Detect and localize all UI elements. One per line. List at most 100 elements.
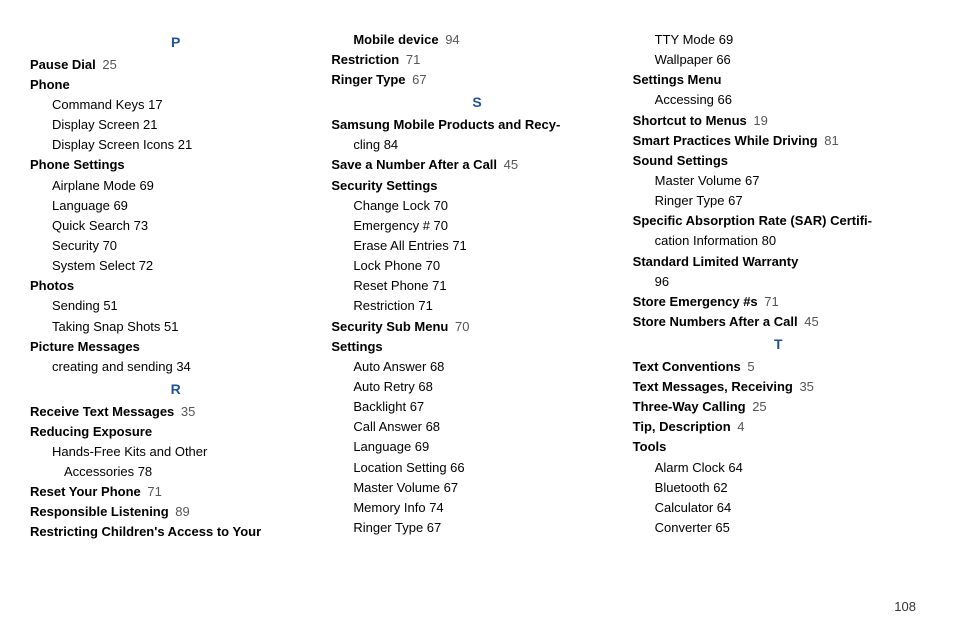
index-page-ref: 17 bbox=[144, 97, 162, 112]
index-subentry: Location Setting 66 bbox=[331, 458, 622, 478]
index-subentry: Master Volume 67 bbox=[633, 171, 924, 191]
index-page-ref: 71 bbox=[415, 298, 433, 313]
index-entry: Reset Your Phone 71 bbox=[30, 482, 321, 502]
index-subentry: Memory Info 74 bbox=[331, 498, 622, 518]
index-entry-title: Phone Settings bbox=[30, 157, 125, 172]
index-page-ref: 35 bbox=[796, 379, 814, 394]
index-page-ref: 74 bbox=[426, 500, 444, 515]
index-subentry: Bluetooth 62 bbox=[633, 478, 924, 498]
index-entry: Tip, Description 4 bbox=[633, 417, 924, 437]
index-entry: Text Messages, Receiving 35 bbox=[633, 377, 924, 397]
index-entry-title: Reset Your Phone bbox=[30, 484, 141, 499]
index-page-ref: 19 bbox=[750, 113, 768, 128]
index-page-ref: 45 bbox=[500, 157, 518, 172]
index-page-ref: 5 bbox=[744, 359, 755, 374]
index-page-ref: 64 bbox=[725, 460, 743, 475]
index-subentry: Display Screen 21 bbox=[30, 115, 321, 135]
index-entry-title: Photos bbox=[30, 278, 74, 293]
index-entry: Smart Practices While Driving 81 bbox=[633, 131, 924, 151]
index-page-ref: 71 bbox=[402, 52, 420, 67]
index-entry: Three-Way Calling 25 bbox=[633, 397, 924, 417]
index-column-3: TTY Mode 69Wallpaper 66 Settings Menu Acce… bbox=[633, 30, 924, 543]
index-page-ref: 69 bbox=[136, 178, 154, 193]
index-entry-title: Settings Menu bbox=[633, 72, 722, 87]
index-subentry: Ringer Type 67 bbox=[633, 191, 924, 211]
index-page-ref: 70 bbox=[430, 218, 448, 233]
index-page-ref: 70 bbox=[99, 238, 117, 253]
index-column-1: PPause Dial 25PhoneCommand Keys 17Displa… bbox=[30, 30, 321, 543]
index-page-ref: 66 bbox=[714, 92, 732, 107]
index-entry: Phone bbox=[30, 75, 321, 95]
index-subentry: Wallpaper 66 bbox=[633, 50, 924, 70]
index-letter-t: T bbox=[633, 334, 924, 356]
index-entry-title: Smart Practices While Driving bbox=[633, 133, 818, 148]
index-page-ref: 69 bbox=[110, 198, 128, 213]
index-entry: Ringer Type 67 bbox=[331, 70, 622, 90]
index-page-ref: 72 bbox=[135, 258, 153, 273]
index-entry-title: Text Messages, Receiving bbox=[633, 379, 793, 394]
index-entry: Standard Limited Warranty bbox=[633, 252, 924, 272]
index-page-ref: 80 bbox=[758, 233, 776, 248]
index-entry-title: Restricting Children's Access to Your bbox=[30, 524, 261, 539]
index-entry: Reducing Exposure bbox=[30, 422, 321, 442]
index-page-ref: 66 bbox=[713, 52, 731, 67]
index-entry: Store Emergency #s 71 bbox=[633, 292, 924, 312]
index-page-ref: 70 bbox=[422, 258, 440, 273]
index-entry: Responsible Listening 89 bbox=[30, 502, 321, 522]
index-entry-title: Pause Dial bbox=[30, 57, 96, 72]
index-page-ref: 62 bbox=[710, 480, 728, 495]
index-entry: Save a Number After a Call 45 bbox=[331, 155, 622, 175]
index-entry: Store Numbers After a Call 45 bbox=[633, 312, 924, 332]
index-subentry: creating and sending 34 bbox=[30, 357, 321, 377]
index-letter-p: P bbox=[30, 32, 321, 54]
index-page-ref: 67 bbox=[741, 173, 759, 188]
index-entry: Settings Menu bbox=[633, 70, 924, 90]
index-subentry: Command Keys 17 bbox=[30, 95, 321, 115]
index-page-ref: 70 bbox=[451, 319, 469, 334]
index-subentry: Converter 65 bbox=[633, 518, 924, 538]
index-subentry: Erase All Entries 71 bbox=[331, 236, 622, 256]
index-entry-cont: cling 84 bbox=[331, 135, 622, 155]
index-subentry: Backlight 67 bbox=[331, 397, 622, 417]
index-entry: Photos bbox=[30, 276, 321, 296]
index-entry-title: Reducing Exposure bbox=[30, 424, 152, 439]
index-subentry: TTY Mode 69 bbox=[633, 30, 924, 50]
index-entry: Specific Absorption Rate (SAR) Certifi- bbox=[633, 211, 924, 231]
index-page-ref: 69 bbox=[411, 439, 429, 454]
index-letter-s: S bbox=[331, 92, 622, 114]
index-entry: Sound Settings bbox=[633, 151, 924, 171]
index-subentry: Display Screen Icons 21 bbox=[30, 135, 321, 155]
index-column-2: Mobile device 94Restriction 71Ringer Typ… bbox=[331, 30, 622, 543]
index-subentry: Airplane Mode 69 bbox=[30, 176, 321, 196]
index-entry: Text Conventions 5 bbox=[633, 357, 924, 377]
index-subentry: Master Volume 67 bbox=[331, 478, 622, 498]
index-page-ref: 21 bbox=[139, 117, 157, 132]
index-page-ref: 71 bbox=[449, 238, 467, 253]
index-columns: PPause Dial 25PhoneCommand Keys 17Displa… bbox=[30, 30, 924, 543]
index-entry-title: Picture Messages bbox=[30, 339, 140, 354]
index-subentry: Auto Answer 68 bbox=[331, 357, 622, 377]
index-entry: Mobile device 94 bbox=[331, 30, 622, 50]
index-entry: Security Sub Menu 70 bbox=[331, 317, 622, 337]
index-page-ref: 70 bbox=[430, 198, 448, 213]
index-subentry: Taking Snap Shots 51 bbox=[30, 317, 321, 337]
index-page-ref: 84 bbox=[380, 137, 398, 152]
index-page-ref: 51 bbox=[100, 298, 118, 313]
index-subentry: Alarm Clock 64 bbox=[633, 458, 924, 478]
index-entry-title: Ringer Type bbox=[331, 72, 405, 87]
index-entry: Tools bbox=[633, 437, 924, 457]
index-entry-title: Store Numbers After a Call bbox=[633, 314, 798, 329]
index-entry: Settings bbox=[331, 337, 622, 357]
index-entry-title: Shortcut to Menus bbox=[633, 113, 747, 128]
index-page-ref: 81 bbox=[821, 133, 839, 148]
index-page-ref: 34 bbox=[173, 359, 191, 374]
index-entry-cont: cation Information 80 bbox=[633, 231, 924, 251]
index-entry-title: Samsung Mobile Products and Recy- bbox=[331, 117, 560, 132]
index-letter-r: R bbox=[30, 379, 321, 401]
index-subentry: Accessing 66 bbox=[633, 90, 924, 110]
index-subentry: Security 70 bbox=[30, 236, 321, 256]
index-page-ref: 71 bbox=[144, 484, 162, 499]
index-entry: Picture Messages bbox=[30, 337, 321, 357]
index-page-ref: 25 bbox=[749, 399, 767, 414]
index-entry: Phone Settings bbox=[30, 155, 321, 175]
